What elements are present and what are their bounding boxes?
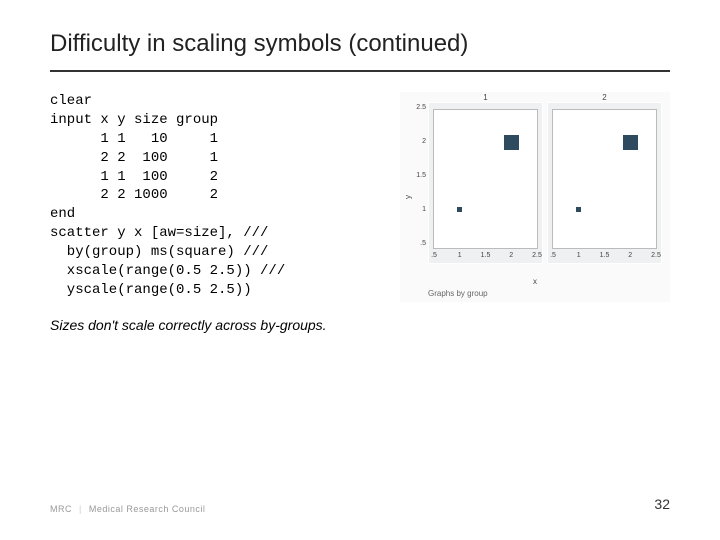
page-title: Difficulty in scaling symbols (continued… (50, 30, 670, 72)
data-point (623, 135, 638, 150)
x-tick: .5 (550, 252, 556, 259)
footer-logo: MRC | Medical Research Council (50, 504, 205, 514)
x-tick: 1 (577, 252, 581, 259)
y-tick: 2.5 (414, 104, 426, 111)
caption-text: Sizes don't scale correctly across by-gr… (50, 316, 390, 335)
y-axis-label: y (404, 195, 413, 199)
x-tick: 1.5 (481, 252, 491, 259)
x-tick: 2.5 (651, 252, 661, 259)
page-number: 32 (654, 496, 670, 512)
logo-text: MRC (50, 504, 72, 514)
y-tick: 2 (414, 138, 426, 145)
divider: | (75, 504, 86, 514)
data-point (504, 135, 519, 150)
chart-panel-1: 1 .5 1 1.5 2 2.5 (428, 102, 543, 264)
panel-title: 2 (548, 93, 661, 102)
x-tick: 1.5 (600, 252, 610, 259)
x-tick: .5 (431, 252, 437, 259)
org-text: Medical Research Council (89, 504, 206, 514)
y-tick: .5 (414, 240, 426, 247)
x-tick: 2 (628, 252, 632, 259)
data-point (457, 207, 462, 212)
panel-title: 1 (429, 93, 542, 102)
y-tick: 1 (414, 206, 426, 213)
x-tick: 2 (509, 252, 513, 259)
x-tick: 2.5 (532, 252, 542, 259)
chart-subcaption: Graphs by group (428, 289, 488, 298)
x-axis-label: x (400, 277, 670, 286)
chart-panel-2: 2 .5 1 1.5 2 2.5 (547, 102, 662, 264)
scatter-chart: y 2.5 2 1.5 1 .5 1 .5 1 1.5 2 2.5 (400, 92, 670, 302)
x-tick: 1 (458, 252, 462, 259)
data-point (576, 207, 581, 212)
y-tick: 1.5 (414, 172, 426, 179)
code-block: clear input x y size group 1 1 10 1 2 2 … (50, 92, 390, 300)
